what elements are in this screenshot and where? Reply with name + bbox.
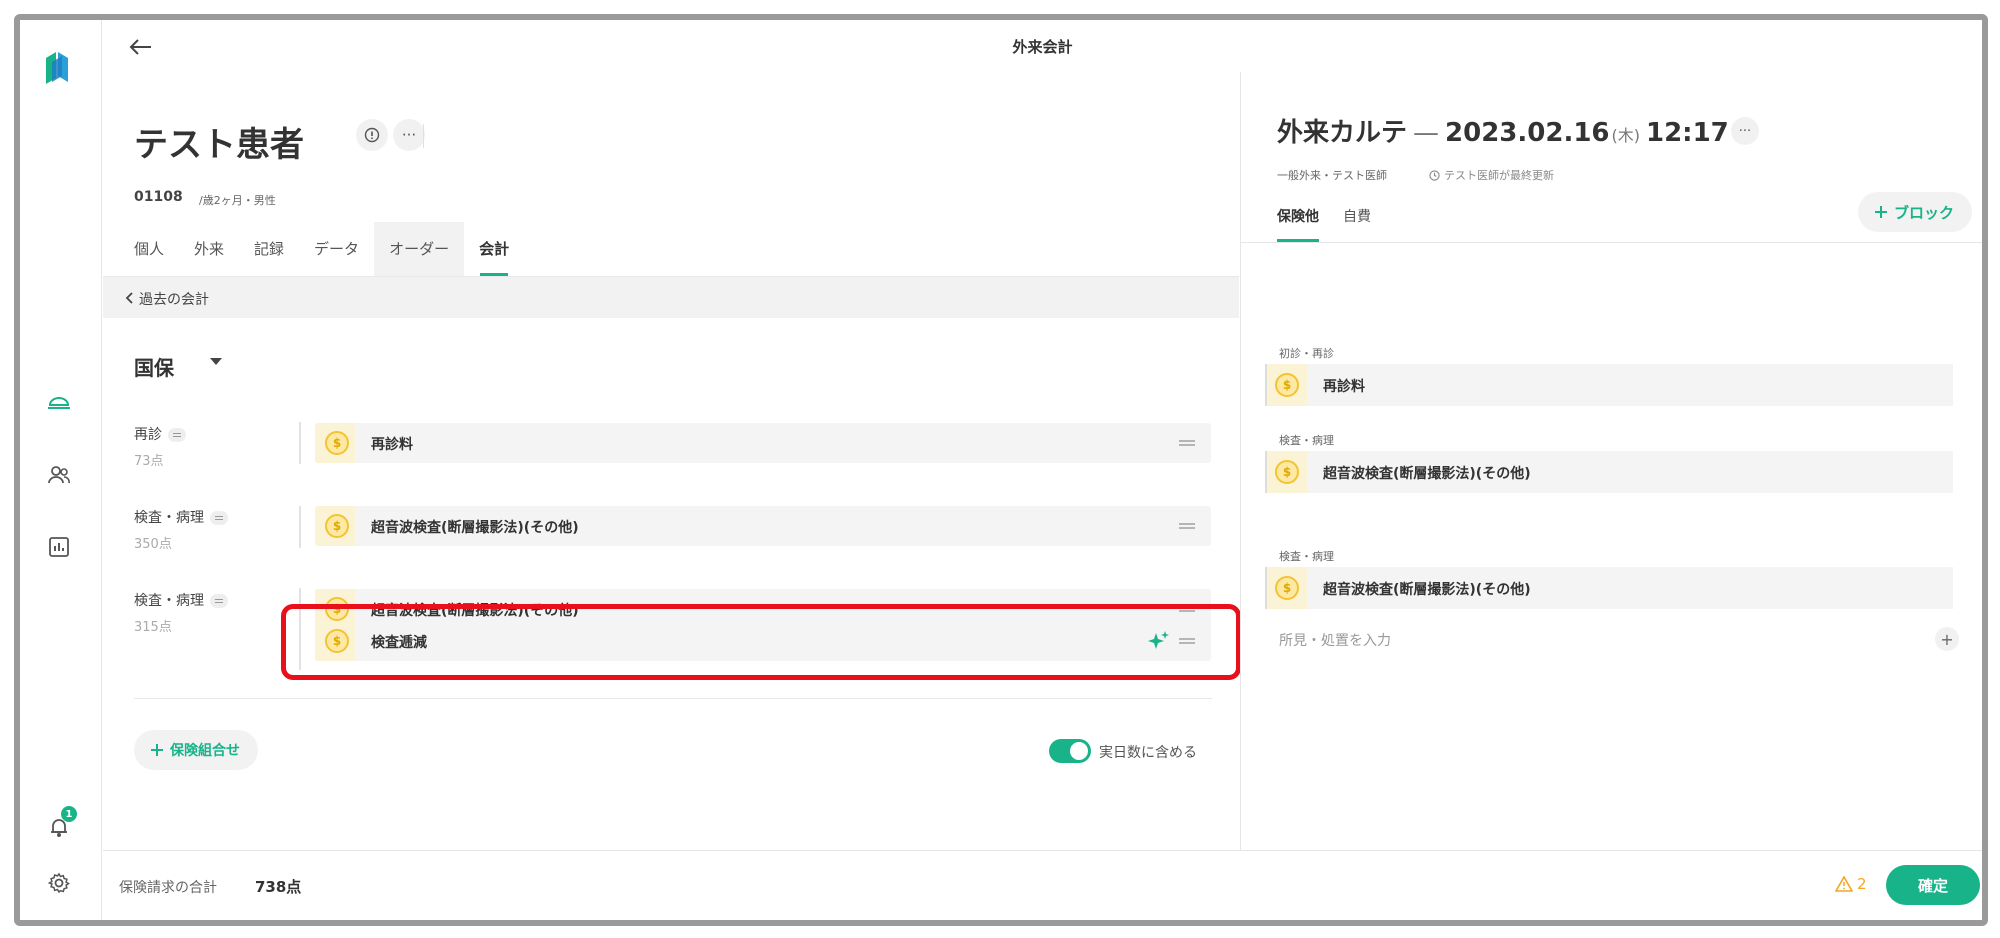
tab-personal[interactable]: 個人 [119,222,179,276]
coin-icon: $ [325,431,349,455]
page-title: 外来会計 [1012,38,1073,56]
tab-outpatient[interactable]: 外来 [179,222,239,276]
coin-icon: $ [325,514,349,538]
patient-name: テスト患者 [134,125,304,165]
karte-item-label: 再診料 [1323,379,1365,395]
group-label: 検査・病理 [134,507,228,527]
group-points: 350点 [134,537,172,552]
chevron-down-icon[interactable] [210,358,222,365]
karte-item[interactable]: $ 再診料 [1265,364,1953,406]
tab-insurance[interactable]: 保険他 [1265,192,1331,242]
karte-panel: 外来カルテ —2023.02.16 (木) 12:17 ··· 一般外来・テスト医師 … [1240,72,1982,850]
highlight-box [281,604,1241,680]
coin-icon: $ [1275,460,1299,484]
tab-self-pay[interactable]: 自費 [1331,192,1383,242]
patient-more-button[interactable]: ··· [393,119,425,151]
footer: 保険請求の合計 738点 2 確定 [103,850,1982,920]
history-link-label: 過去の会計 [139,292,209,308]
karte-section-title: 検査・病理 [1279,434,1334,447]
clock-icon [1429,169,1440,181]
plus-icon [1875,206,1887,218]
group-menu-icon[interactable] [210,594,228,608]
tab-data[interactable]: データ [299,222,374,276]
billing-panel: テスト患者 ··· 01108 /歳2ヶ月・男性 個人 外来 記録 データ オー… [103,72,1241,850]
drag-handle-icon[interactable] [1179,523,1195,525]
header-divider [423,124,424,148]
drag-handle-icon[interactable] [1179,440,1195,442]
group-label: 再診 [134,424,186,444]
karte-more-button[interactable]: ··· [1731,117,1759,145]
plus-icon [151,744,163,756]
chart-icon[interactable] [44,532,74,562]
karte-time: 12:17 [1646,118,1729,148]
findings-input[interactable]: 所見・処置を入力 [1279,630,1391,650]
patient-id: 01108 [134,189,183,205]
karte-section-title: 初診・再診 [1279,347,1334,360]
add-insurance-combo-button[interactable]: 保険組合せ [134,730,258,770]
group-line [299,506,301,548]
notification-badge: 1 [61,806,77,822]
patient-info: /歳2ヶ月・男性 [199,194,276,207]
group-line [299,422,301,464]
app-window: 1 外来会計 テスト患者 ··· 01108 /歳2ヶ月・男性 個人 外来 記録… [14,14,1988,926]
karte-tabs: 保険他 自費 [1265,192,1383,242]
karte-type: 外来カルテ [1277,118,1408,148]
karte-item-label: 超音波検査(断層撮影法)(その他) [1323,466,1531,482]
group-points: 315点 [134,620,172,635]
karte-dow: (木) [1611,126,1641,145]
billing-item-label: 超音波検査(断層撮影法)(その他) [371,520,579,536]
karte-title: 外来カルテ —2023.02.16 (木) 12:17 [1277,118,1729,148]
add-block-button[interactable]: ブロック [1858,192,1973,232]
group-points: 73点 [134,454,164,469]
group-menu-icon[interactable] [210,511,228,525]
top-bar: 外来会計 [103,20,1982,72]
coin-icon: $ [1275,576,1299,600]
karte-item[interactable]: $ 超音波検査(断層撮影法)(その他) [1265,567,1953,609]
tab-orders[interactable]: オーダー [374,222,465,276]
billing-item[interactable]: $ 再診料 [315,423,1211,463]
actual-days-toggle[interactable] [1049,739,1091,763]
divider [134,698,1212,699]
karte-subtitle: 一般外来・テスト医師 [1277,169,1387,182]
actual-days-label: 実日数に含める [1099,745,1197,761]
logo-icon[interactable] [42,48,74,86]
tab-underline [1241,242,1982,243]
gear-icon[interactable] [44,868,74,898]
karte-date: 2023.02.16 [1445,118,1610,148]
total-label: 保険請求の合計 [119,880,217,896]
group-label: 検査・病理 [134,590,228,610]
add-insurance-combo-label: 保険組合せ [170,743,240,759]
warning-icon [1835,876,1853,892]
confirm-button[interactable]: 確定 [1886,865,1980,905]
patient-tabs: 個人 外来 記録 データ オーダー 会計 [119,222,524,276]
warning-indicator[interactable]: 2 [1835,875,1867,893]
coin-icon: $ [1275,373,1299,397]
chevron-left-icon [125,292,133,304]
bed-icon[interactable] [44,388,74,418]
billing-item-label: 再診料 [371,437,413,453]
history-link[interactable]: 過去の会計 [103,276,1239,318]
karte-item[interactable]: $ 超音波検査(断層撮影法)(その他) [1265,451,1953,493]
karte-updated: テスト医師が最終更新 [1429,167,1554,183]
tab-records[interactable]: 記録 [239,222,299,276]
people-icon[interactable] [44,460,74,490]
alert-icon-button[interactable] [356,119,388,151]
warning-count: 2 [1857,875,1867,893]
group-menu-icon[interactable] [168,428,186,442]
add-item-button[interactable]: + [1935,627,1959,651]
left-rail: 1 [20,20,102,920]
karte-section-title: 検査・病理 [1279,550,1334,563]
karte-item-label: 超音波検査(断層撮影法)(その他) [1323,582,1531,598]
bell-icon[interactable]: 1 [44,806,77,842]
billing-item[interactable]: $ 超音波検査(断層撮影法)(その他) [315,506,1211,546]
tab-billing[interactable]: 会計 [464,222,524,276]
insurance-name[interactable]: 国保 [134,352,174,381]
total-value: 738点 [255,878,302,896]
